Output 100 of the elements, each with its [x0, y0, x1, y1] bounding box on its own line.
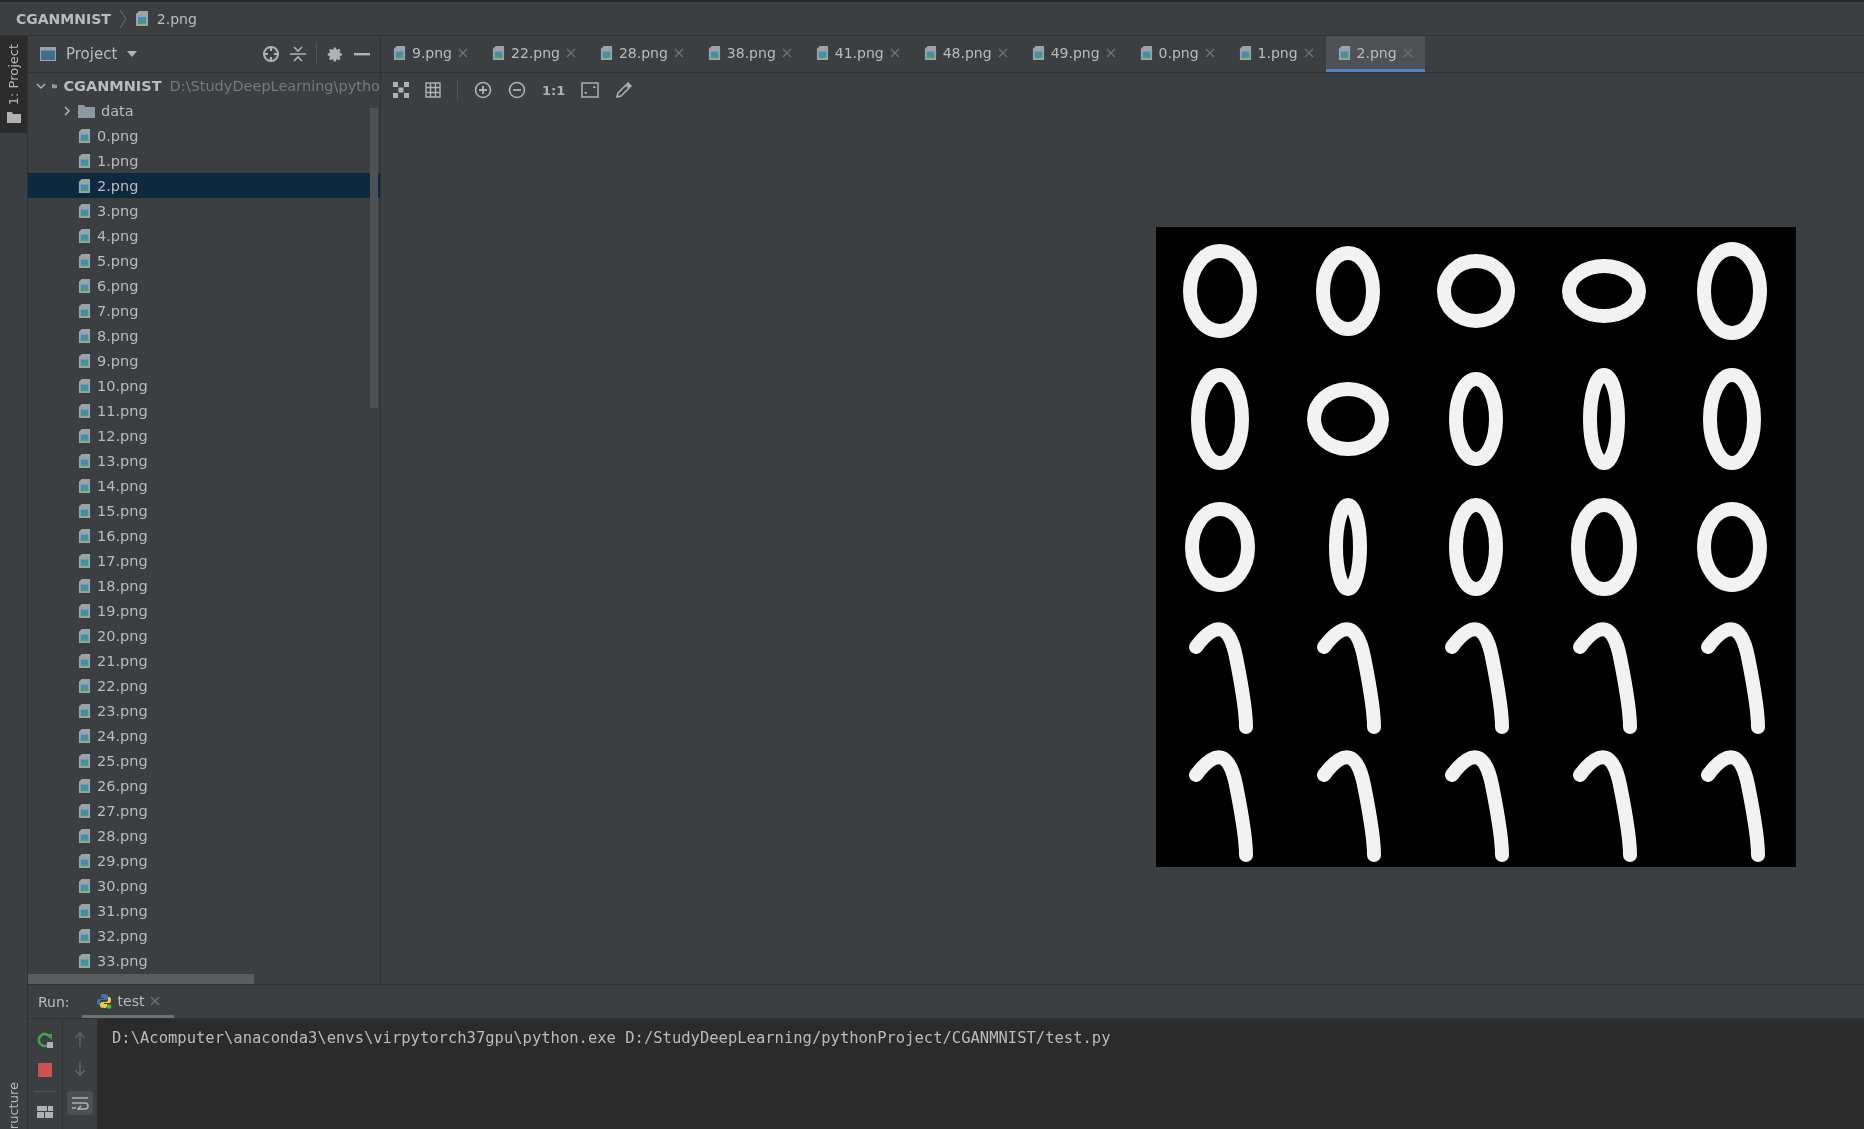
- image-file-icon: [78, 127, 91, 144]
- tree-item[interactable]: 8.png: [28, 323, 380, 348]
- image-file-icon: [1139, 44, 1153, 61]
- chessboard-icon[interactable]: [393, 82, 409, 98]
- close-icon[interactable]: [781, 47, 792, 58]
- image-file-icon: [78, 277, 91, 294]
- tree-item[interactable]: 27.png: [28, 798, 380, 823]
- dropdown-caret-icon[interactable]: [127, 51, 138, 57]
- image-file-icon: [599, 44, 613, 61]
- eyedropper-icon[interactable]: [615, 81, 634, 99]
- editor-tab[interactable]: 49.png: [1019, 36, 1128, 72]
- image-file-icon: [78, 852, 91, 869]
- tree-item[interactable]: 16.png: [28, 523, 380, 548]
- editor-tab[interactable]: 0.png: [1127, 36, 1227, 72]
- tree-item[interactable]: 31.png: [28, 898, 380, 923]
- image-file-icon: [923, 44, 937, 61]
- tree-item[interactable]: 21.png: [28, 648, 380, 673]
- chevron-down-icon[interactable]: [36, 80, 46, 91]
- grid-icon[interactable]: [425, 82, 441, 98]
- tree-item[interactable]: 18.png: [28, 573, 380, 598]
- horizontal-scrollbar[interactable]: [28, 974, 254, 984]
- tree-item[interactable]: CGANMNIST D:\StudyDeepLearning\pytho: [28, 73, 380, 98]
- editor-tab[interactable]: 2.png: [1325, 36, 1425, 72]
- editor-tab[interactable]: 38.png: [695, 36, 804, 72]
- image-file-icon: [78, 477, 91, 494]
- breadcrumb-separator-icon: [118, 8, 127, 29]
- rerun-icon[interactable]: [36, 1031, 54, 1049]
- tree-item[interactable]: 19.png: [28, 598, 380, 623]
- zoom-in-icon[interactable]: [474, 81, 492, 99]
- tree-item[interactable]: 2.png: [28, 173, 380, 198]
- fit-to-window-icon[interactable]: [581, 82, 600, 98]
- tree-item[interactable]: 14.png: [28, 473, 380, 498]
- image-file-icon: [78, 502, 91, 519]
- image-file-icon: [78, 402, 91, 419]
- collapse-all-icon[interactable]: [290, 45, 306, 63]
- soft-wrap-toggle[interactable]: [67, 1091, 93, 1115]
- tree-item[interactable]: 29.png: [28, 848, 380, 873]
- tree-item[interactable]: 24.png: [28, 723, 380, 748]
- tree-item[interactable]: 33.png: [28, 948, 380, 973]
- image-file-icon: [78, 827, 91, 844]
- layout-icon[interactable]: [37, 1106, 53, 1118]
- vertical-scrollbar[interactable]: [370, 108, 378, 408]
- editor-tab[interactable]: 22.png: [480, 36, 588, 72]
- tree-item[interactable]: 30.png: [28, 873, 380, 898]
- close-icon[interactable]: [1204, 47, 1215, 58]
- tree-item[interactable]: 1.png: [28, 148, 380, 173]
- image-file-icon: [78, 302, 91, 319]
- editor-tab[interactable]: 28.png: [587, 36, 696, 72]
- breadcrumb-project[interactable]: CGANMNIST: [16, 10, 111, 27]
- tree-item[interactable]: 12.png: [28, 423, 380, 448]
- tree-item[interactable]: 20.png: [28, 623, 380, 648]
- actual-size-button[interactable]: 1:1: [542, 82, 566, 98]
- close-icon[interactable]: [458, 47, 468, 58]
- tree-item[interactable]: 22.png: [28, 673, 380, 698]
- close-icon[interactable]: [673, 47, 684, 58]
- tree-item[interactable]: data: [28, 98, 380, 123]
- close-icon[interactable]: [997, 47, 1008, 58]
- tree-item[interactable]: 0.png: [28, 123, 380, 148]
- tree-item[interactable]: 6.png: [28, 273, 380, 298]
- tree-item[interactable]: 23.png: [28, 698, 380, 723]
- image-file-icon: [78, 452, 91, 469]
- tree-item[interactable]: 7.png: [28, 298, 380, 323]
- tree-item[interactable]: 32.png: [28, 923, 380, 948]
- close-icon[interactable]: [150, 996, 161, 1006]
- close-icon[interactable]: [1105, 47, 1116, 58]
- tree-item[interactable]: 26.png: [28, 773, 380, 798]
- tree-item[interactable]: 15.png: [28, 498, 380, 523]
- settings-icon[interactable]: [327, 45, 344, 63]
- close-icon[interactable]: [889, 47, 900, 58]
- minimize-icon[interactable]: [354, 52, 370, 56]
- project-tool-tab[interactable]: 1: Project: [0, 36, 27, 134]
- editor-tab[interactable]: 1.png: [1226, 36, 1326, 72]
- structure-tool-tab[interactable]: ructure: [0, 1079, 27, 1129]
- editor-tab[interactable]: 41.png: [803, 36, 912, 72]
- tree-item[interactable]: 25.png: [28, 748, 380, 773]
- image-file-icon: [78, 727, 91, 744]
- close-icon[interactable]: [1303, 47, 1314, 58]
- image-file-icon: [78, 202, 91, 219]
- close-icon[interactable]: [565, 47, 576, 58]
- zoom-out-icon[interactable]: [508, 81, 526, 99]
- tree-item[interactable]: 3.png: [28, 198, 380, 223]
- image-file-icon: [492, 44, 505, 61]
- tree-item[interactable]: 9.png: [28, 348, 380, 373]
- image-file-icon: [78, 877, 91, 894]
- tree-item[interactable]: 11.png: [28, 398, 380, 423]
- locate-icon[interactable]: [262, 45, 280, 63]
- image-file-icon: [78, 952, 91, 969]
- tree-item[interactable]: 17.png: [28, 548, 380, 573]
- tree-item[interactable]: 13.png: [28, 448, 380, 473]
- project-view-selector[interactable]: Project: [66, 45, 118, 63]
- image-file-icon: [78, 252, 91, 269]
- tree-item[interactable]: 5.png: [28, 248, 380, 273]
- editor-tab[interactable]: 9.png: [381, 36, 480, 72]
- breadcrumb-file[interactable]: 2.png: [156, 10, 197, 27]
- tree-item[interactable]: 4.png: [28, 223, 380, 248]
- editor-tab[interactable]: 48.png: [911, 36, 1020, 72]
- tree-item[interactable]: 10.png: [28, 373, 380, 398]
- tree-item[interactable]: 28.png: [28, 823, 380, 848]
- chevron-right-icon[interactable]: [62, 105, 72, 116]
- image-file-icon: [134, 10, 149, 27]
